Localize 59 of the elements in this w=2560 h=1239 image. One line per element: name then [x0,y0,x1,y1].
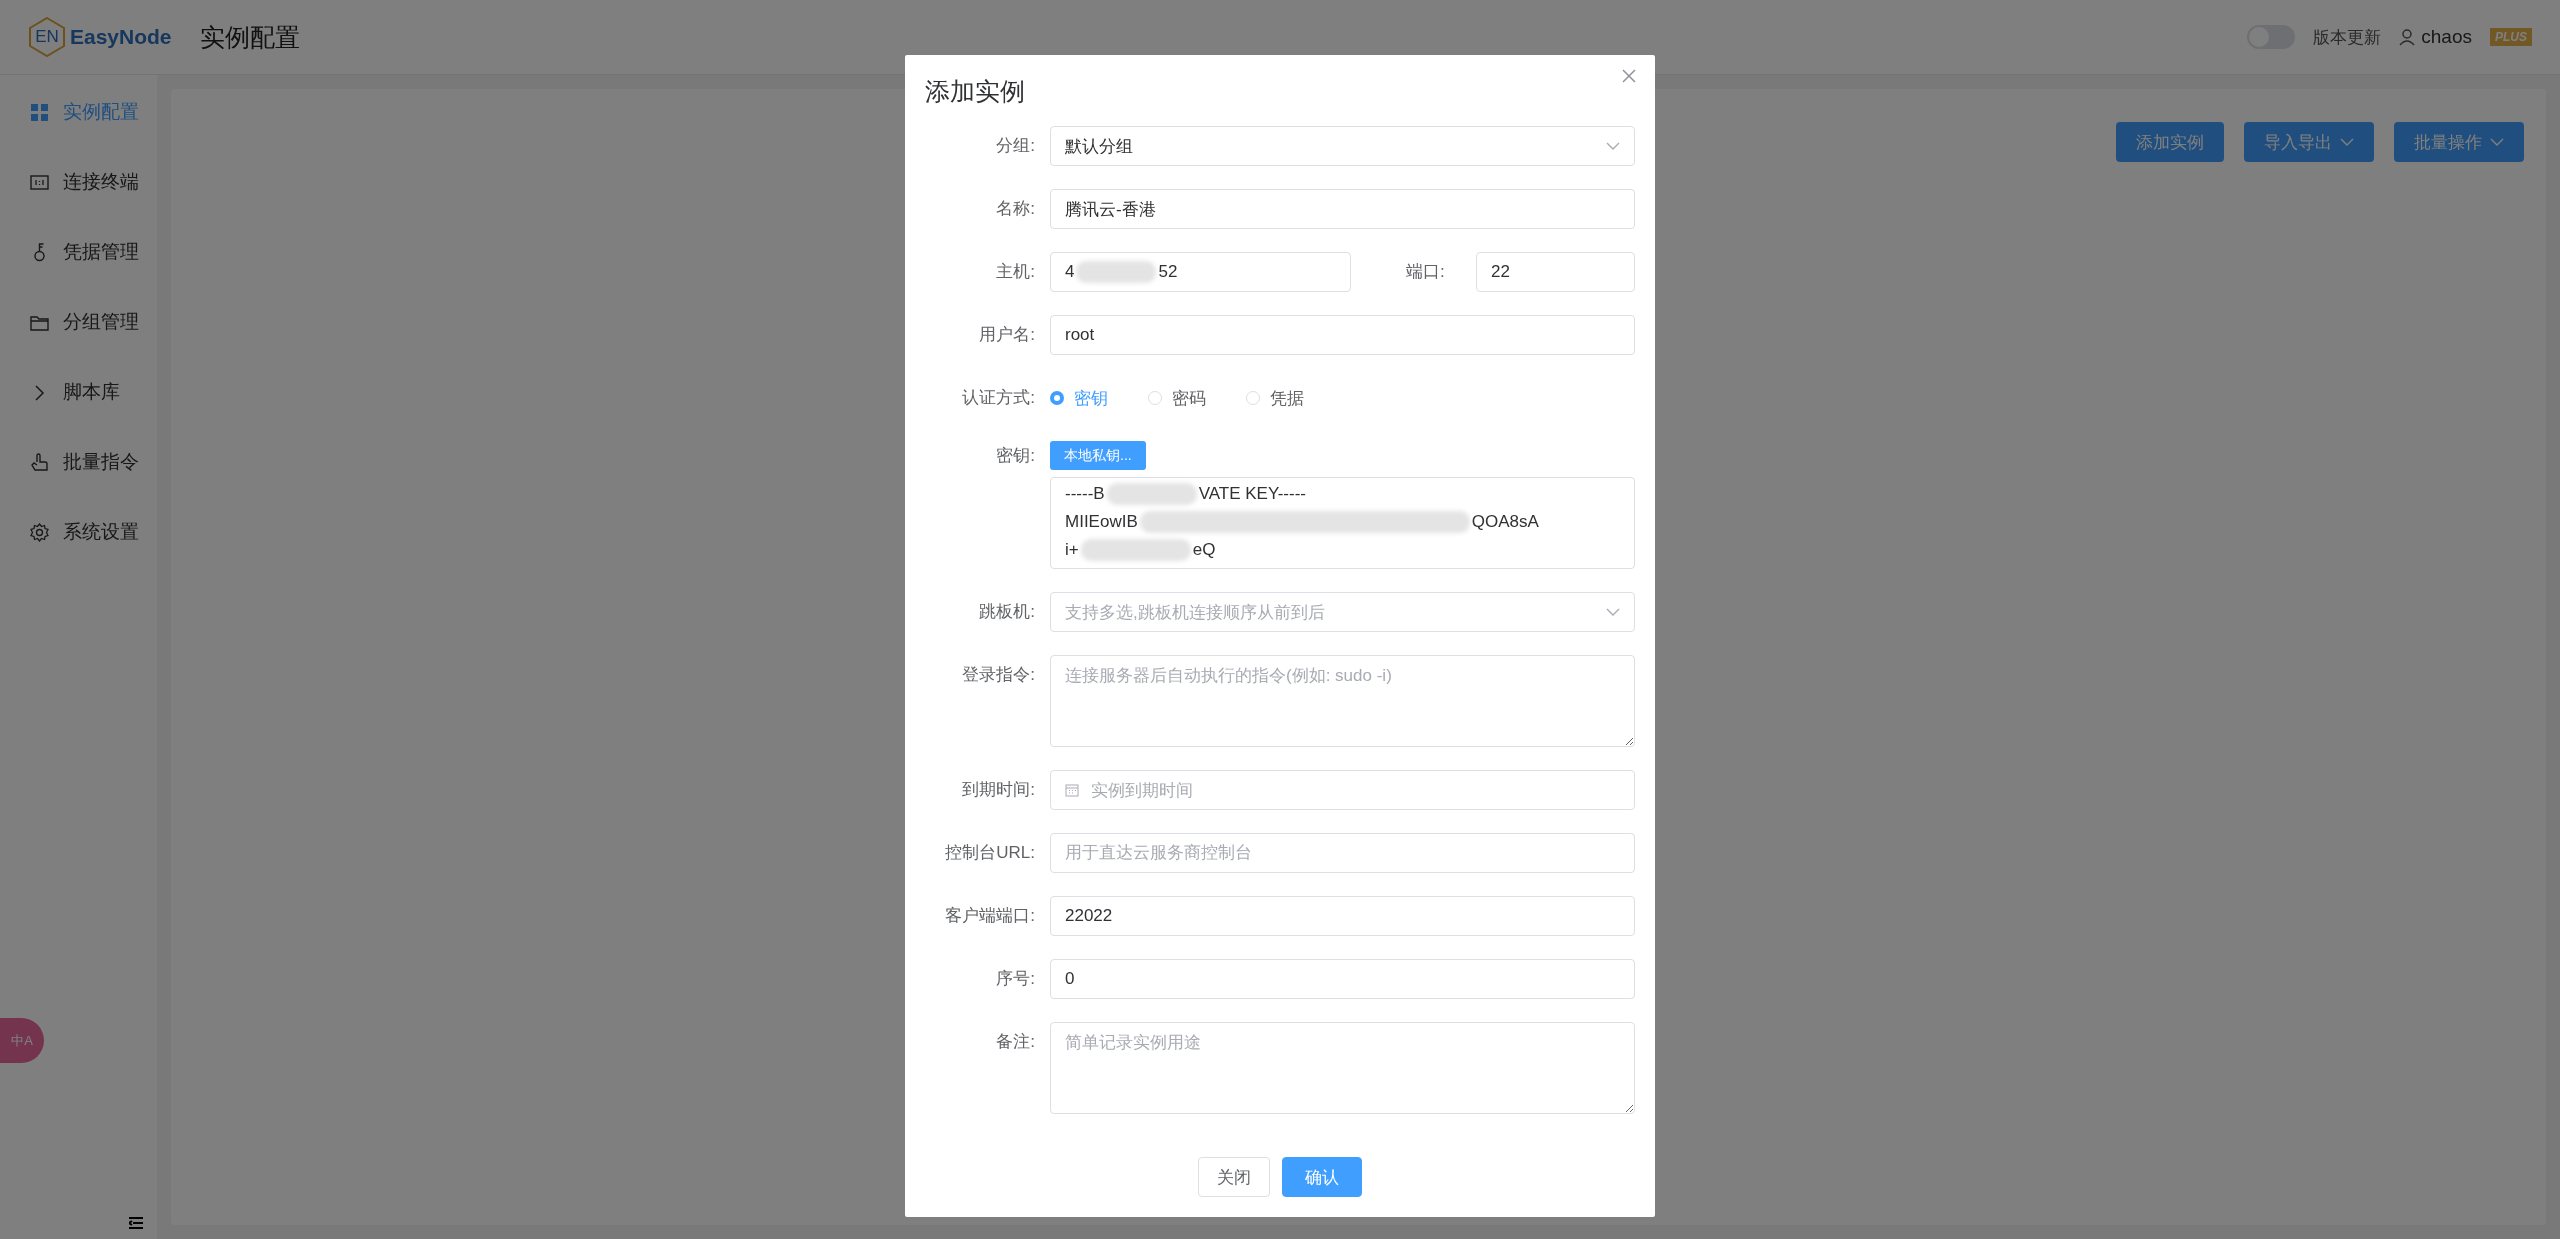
key-text-area[interactable]: -----B VATE KEY----- MIIEowIB QOA8sA i+ eQ [1050,477,1635,569]
sidebar-item[interactable]: 批量指令 [0,427,157,497]
close-button[interactable]: 关闭 [1198,1157,1270,1197]
input-field[interactable]: 用于直达云服务商控制台 [1050,833,1635,873]
language-switch-text[interactable]: 中A [9,1034,35,1047]
hexagon-logo-icon [28,17,66,57]
field-label: 认证方式: [961,387,1035,409]
field-label: 用户名: [978,324,1035,346]
field-label: 名称: [995,198,1035,220]
field-label: 到期时间: [961,779,1035,801]
sidebar-item[interactable]: 连接终端 [0,147,157,217]
field-label: 密钥: [995,445,1035,467]
select-field[interactable]: 默认分组 [1050,126,1635,166]
radio-option[interactable]: 密码 [1148,386,1206,410]
select-field[interactable]: 支持多选,跳板机连接顺序从前到后 [1050,592,1635,632]
local-key-button[interactable]: 本地私钥... [1050,441,1146,470]
radio-option[interactable]: 凭据 [1246,386,1304,410]
date-field[interactable]: 实例到期时间 [1050,770,1635,810]
port-field[interactable]: 22 [1476,252,1635,292]
sidebar-item[interactable]: 凭据管理 [0,217,157,287]
field-label: 登录指令: [961,664,1035,686]
chevron-down-icon [2340,137,2354,147]
input-field[interactable]: 腾讯云-香港 [1050,189,1635,229]
plan-badge: PLUS [2490,28,2532,46]
chevron-down-icon [2490,137,2504,147]
user-icon [2399,28,2416,46]
field-label: 主机: [995,261,1035,283]
brand-name: EasyNode [70,25,172,49]
host-field[interactable]: 4 52 [1050,252,1351,292]
field-label: 备注: [995,1031,1035,1053]
field-label: 控制台URL: [944,842,1035,864]
input-field[interactable]: 0 [1050,959,1635,999]
radio-option[interactable]: 密钥 [1050,386,1108,410]
collapse-menu-icon[interactable] [129,1217,143,1229]
input-field[interactable]: 22022 [1050,896,1635,936]
terminal-icon [30,172,49,192]
page-title: 实例配置 [199,21,300,53]
sidebar-item[interactable]: 分组管理 [0,287,157,357]
settings-icon [30,522,49,542]
user-menu[interactable]: chaos [2399,26,2472,48]
field-label: 分组: [995,135,1035,157]
update-link[interactable]: 版本更新 [2313,25,2382,49]
chevron-down-icon [1606,607,1620,617]
sidebar-item[interactable]: 系统设置 [0,497,157,567]
input-field[interactable]: root [1050,315,1635,355]
grid-icon [30,102,49,122]
logo-text: EN [35,27,59,47]
chevron-down-icon [1606,141,1620,151]
text-area[interactable]: 简单记录实例用途 [1050,1022,1635,1114]
field-label: 跳板机: [978,601,1035,623]
text-area[interactable]: 连接服务器后自动执行的指令(例如: sudo -i) [1050,655,1635,747]
close-icon[interactable] [1621,68,1637,84]
calendar-icon [1065,783,1079,797]
field-label: 端口: [1405,261,1446,283]
confirm-button[interactable]: 确认 [1282,1157,1362,1197]
sidebar-item[interactable]: 脚本库 [0,357,157,427]
field-label: 序号: [995,968,1035,990]
field-label: 客户端端口: [944,905,1035,927]
dialog-title: 添加实例 [925,76,1026,107]
